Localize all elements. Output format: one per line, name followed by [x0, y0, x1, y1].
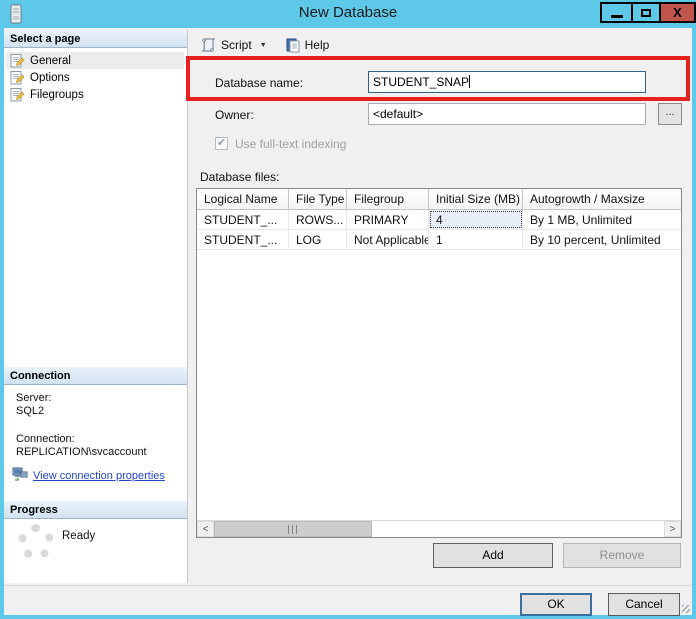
database-files-label: Database files: [200, 170, 280, 184]
script-scroll-icon [200, 37, 217, 53]
resize-grip[interactable] [682, 605, 690, 613]
database-name-input[interactable]: STUDENT_SNAP [368, 71, 646, 93]
connection-value: REPLICATION\svcaccount [16, 446, 147, 458]
page-icon [10, 87, 25, 102]
database-files-grid: Logical Name File Type Filegroup Initial… [196, 188, 682, 538]
server-value: SQL2 [16, 405, 45, 417]
grid-cell[interactable]: Not Applicable [347, 230, 429, 249]
grid-cell[interactable]: 1 [429, 230, 523, 249]
sidebar-item-general[interactable]: General [6, 52, 184, 69]
sidebar-item-filegroups[interactable]: Filegroups [6, 86, 184, 103]
grid-cell[interactable]: LOG [289, 230, 347, 249]
maximize-icon [641, 8, 651, 17]
remove-button[interactable]: Remove [563, 543, 681, 568]
sidebar: Select a page General Options Filegroups… [4, 30, 188, 583]
cancel-button[interactable]: Cancel [608, 593, 680, 616]
titlebar: New Database X [0, 0, 696, 28]
connection-header: Connection [4, 367, 187, 385]
scroll-right-button[interactable]: > [664, 521, 681, 537]
database-name-label: Database name: [215, 76, 304, 90]
table-row: STUDENT_... LOG Not Applicable 1 By 10 p… [197, 230, 681, 250]
fulltext-label: Use full-text indexing [235, 137, 347, 151]
script-label: Script [221, 38, 252, 52]
connection-label: Connection: [16, 433, 75, 445]
connection-properties-icon [12, 467, 28, 484]
grid-cell[interactable]: STUDENT_... [197, 230, 289, 249]
view-connection-properties-link[interactable]: View connection properties [33, 470, 165, 482]
table-row: STUDENT_... ROWS... PRIMARY 4 By 1 MB, U… [197, 210, 681, 230]
window-controls: X [600, 2, 696, 23]
grip-icon [288, 524, 298, 534]
ok-button[interactable]: OK [520, 593, 592, 616]
window-title: New Database [298, 4, 398, 21]
column-header: Filegroup [347, 189, 429, 209]
help-button[interactable]: Help [281, 35, 334, 55]
page-icon [10, 70, 25, 85]
maximize-button[interactable] [631, 2, 661, 23]
sidebar-item-options[interactable]: Options [6, 69, 184, 86]
progress-header: Progress [4, 501, 187, 519]
new-database-dialog: New Database X Select a page General Opt… [0, 0, 696, 619]
column-header: Logical Name [197, 189, 289, 209]
client-area: Select a page General Options Filegroups… [4, 28, 692, 616]
column-header: Initial Size (MB) [429, 189, 523, 209]
owner-browse-button[interactable]: ... [658, 103, 682, 125]
grid-header-row: Logical Name File Type Filegroup Initial… [197, 189, 681, 210]
close-button[interactable]: X [659, 2, 696, 23]
grid-cell-focused[interactable]: 4 [429, 210, 523, 229]
main-panel: Script ▼ Help Database name: STUDENT_SNA… [190, 28, 692, 583]
column-header: Autogrowth / Maxsize [523, 189, 681, 209]
page-icon [10, 53, 25, 68]
owner-label: Owner: [215, 108, 254, 122]
sidebar-item-label: Filegroups [30, 88, 84, 101]
grid-cell[interactable]: ROWS... [289, 210, 347, 229]
fulltext-checkbox[interactable]: ✔ [215, 137, 228, 150]
grid-empty-area [197, 250, 681, 520]
help-label: Help [304, 38, 330, 52]
minimize-button[interactable] [600, 2, 633, 23]
chevron-down-icon[interactable]: ▼ [260, 42, 267, 49]
progress-status: Ready [62, 530, 96, 542]
grid-cell[interactable]: By 10 percent, Unlimited [523, 230, 681, 249]
toolbar: Script ▼ Help [196, 35, 333, 55]
owner-input[interactable]: <default> [368, 103, 646, 125]
grid-cell[interactable]: PRIMARY [347, 210, 429, 229]
footer: OK Cancel [4, 585, 692, 616]
horizontal-scrollbar[interactable]: < > [197, 520, 681, 537]
progress-spinner-icon [18, 524, 54, 560]
scroll-left-button[interactable]: < [197, 521, 214, 537]
check-icon: ✔ [216, 137, 227, 149]
column-header: File Type [289, 189, 347, 209]
help-book-icon [285, 37, 301, 53]
grid-cell[interactable]: STUDENT_... [197, 210, 289, 229]
scrollbar-track[interactable] [372, 521, 664, 537]
add-button[interactable]: Add [433, 543, 553, 568]
script-button[interactable]: Script ▼ [196, 35, 281, 55]
scrollbar-thumb[interactable] [214, 521, 372, 537]
text-caret [469, 75, 471, 88]
server-label: Server: [16, 392, 52, 404]
sidebar-item-label: General [30, 54, 71, 67]
sidebar-item-label: Options [30, 71, 70, 84]
grid-cell[interactable]: By 1 MB, Unlimited [523, 210, 681, 229]
select-a-page-header: Select a page [4, 30, 187, 48]
close-icon: X [673, 5, 682, 20]
minimize-icon [610, 14, 623, 18]
